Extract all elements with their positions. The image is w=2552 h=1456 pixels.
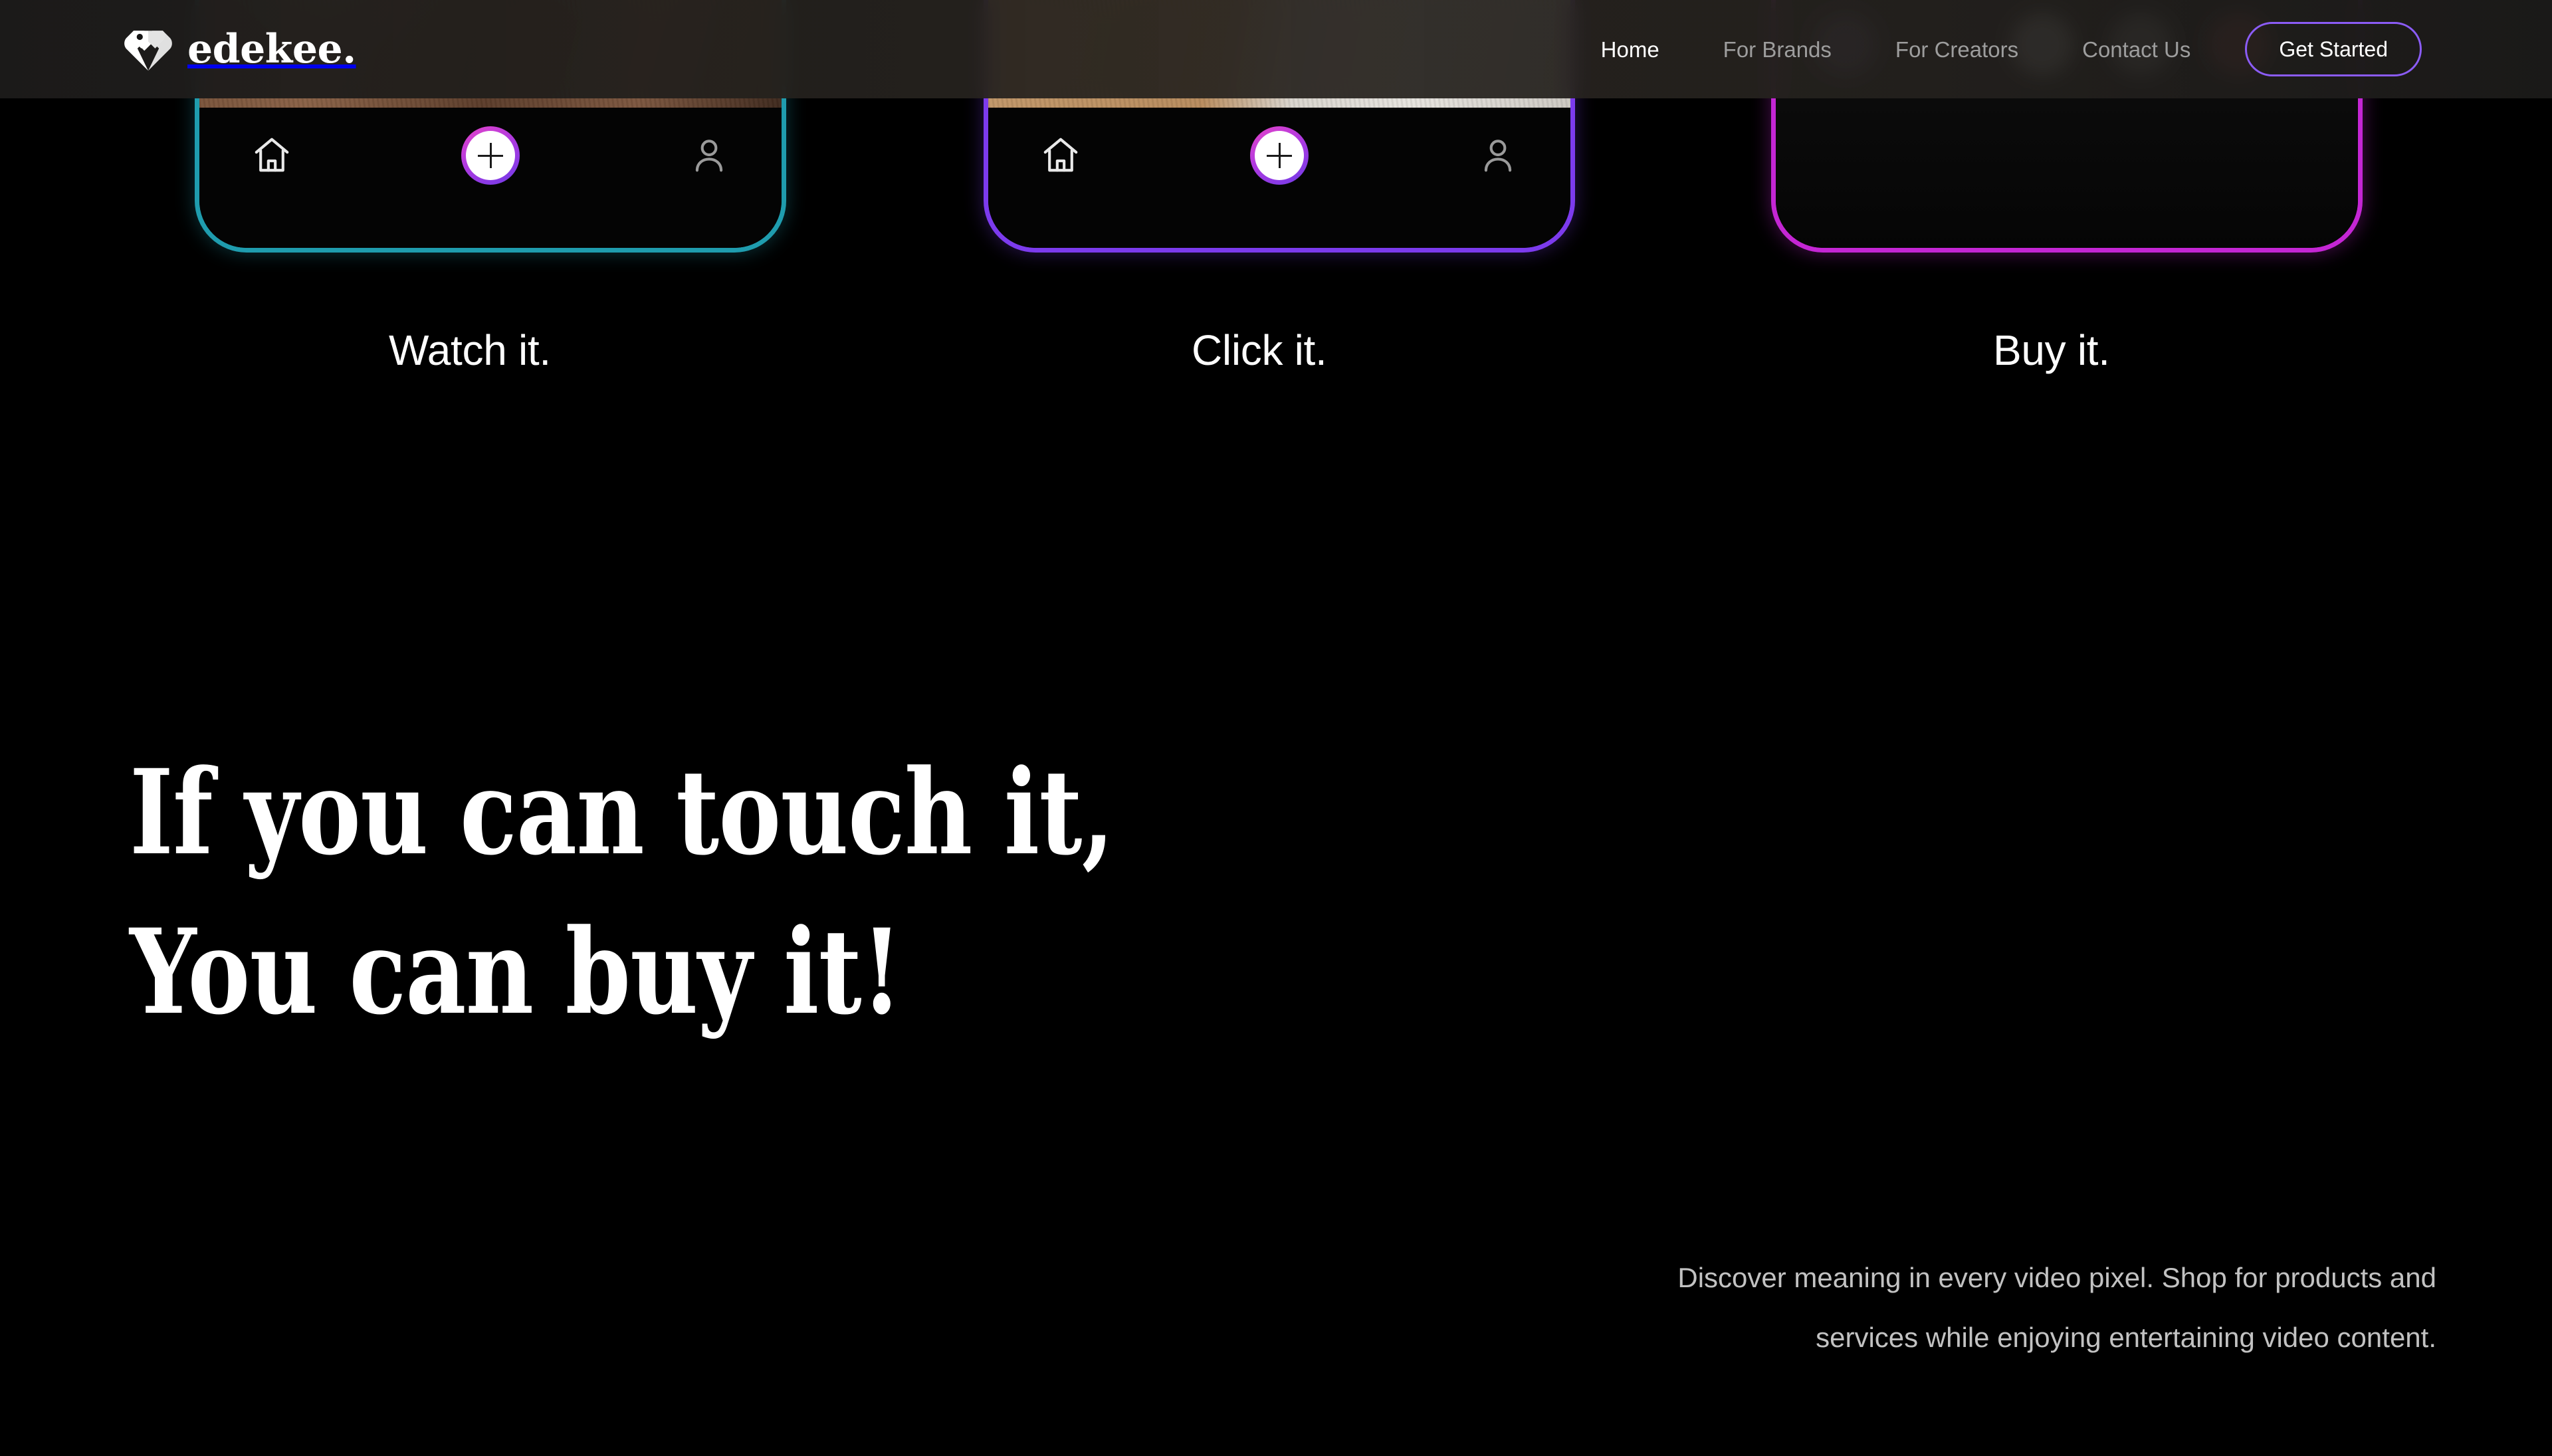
person-icon[interactable] <box>1477 134 1519 175</box>
plus-icon <box>466 131 515 180</box>
nav-item-for-brands[interactable]: For Brands <box>1691 39 1863 60</box>
add-button[interactable] <box>1250 126 1309 185</box>
headline-line-1: If you can touch it, <box>130 744 1115 881</box>
get-started-button[interactable]: Get Started <box>2245 22 2422 76</box>
phone-bottom-nav <box>199 108 782 248</box>
add-button[interactable] <box>461 126 520 185</box>
caption-click: Click it. <box>1192 326 1327 374</box>
hero-headline: If you can touch it, You can buy it! <box>130 754 1525 1031</box>
nav-item-for-creators[interactable]: For Creators <box>1863 39 2050 60</box>
plus-icon <box>1255 131 1304 180</box>
nav-item-contact-us[interactable]: Contact Us <box>2050 39 2222 60</box>
home-icon[interactable] <box>1040 134 1081 175</box>
hero-paragraph-line-2: services while enjoying entertaining vid… <box>1816 1322 2436 1354</box>
caption-watch: Watch it. <box>389 326 551 374</box>
main-nav: Home For Brands For Creators Contact Us … <box>1569 22 2422 76</box>
phone-bottom-nav <box>988 108 1570 248</box>
caption-buy: Buy it. <box>1993 326 2110 374</box>
brand-name: edekee. <box>187 26 356 72</box>
nav-item-home[interactable]: Home <box>1569 39 1691 60</box>
site-header: edekee. Home For Brands For Creators Con… <box>0 0 2552 98</box>
person-icon[interactable] <box>689 134 730 175</box>
brand-logo[interactable]: edekee. <box>124 26 356 72</box>
heart-tag-icon <box>124 26 173 72</box>
headline-line-2: You can buy it! <box>130 903 903 1041</box>
hero-paragraph-line-1: Discover meaning in every video pixel. S… <box>1677 1262 2436 1293</box>
home-icon[interactable] <box>251 134 292 175</box>
phone-captions: Watch it. Click it. Buy it. <box>0 326 2552 405</box>
hero-paragraph: Discover meaning in every video pixel. S… <box>1559 1248 2436 1368</box>
